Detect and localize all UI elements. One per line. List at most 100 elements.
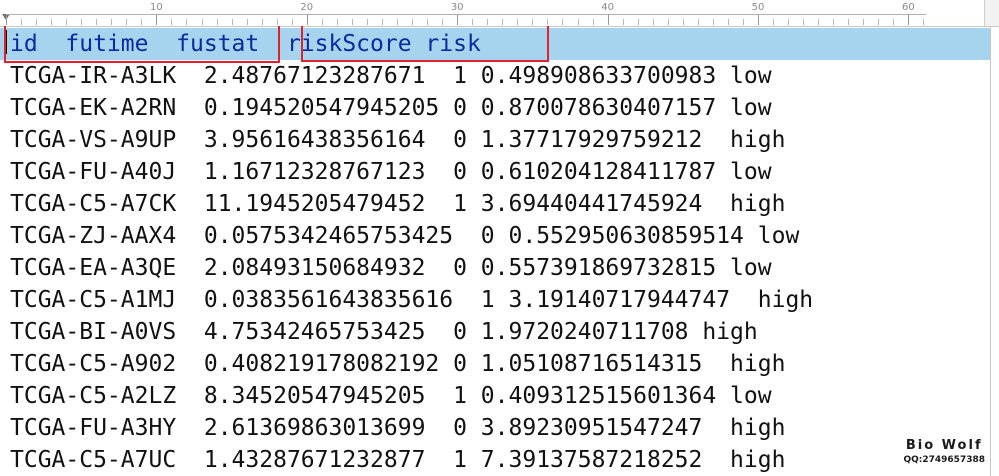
row-text: TCGA-EA-A3QE 2.08493150684932 0 0.557391… bbox=[10, 255, 772, 281]
ruler-tick bbox=[397, 19, 399, 25]
ruler-tick bbox=[863, 19, 865, 25]
ruler-tick bbox=[592, 19, 594, 25]
row-text: TCGA-ZJ-AAX4 0.0575342465753425 0 0.5529… bbox=[10, 223, 800, 249]
ruler-tick bbox=[803, 19, 805, 25]
ruler-tick bbox=[878, 19, 880, 25]
ruler-tick bbox=[216, 19, 218, 25]
row-text: TCGA-FU-A3HY 2.61369863013699 0 3.892309… bbox=[10, 415, 786, 441]
watermark: Bio Wolf QQ:2749657388 bbox=[903, 438, 985, 466]
ruler-tick bbox=[577, 19, 579, 25]
row-text: TCGA-EK-A2RN 0.194520547945205 0 0.87007… bbox=[10, 95, 772, 121]
ruler-tick bbox=[291, 19, 293, 25]
column-ruler: 10 20 30 40 50 60 bbox=[0, 0, 999, 27]
ruler-tick bbox=[773, 19, 775, 25]
ruler-tick bbox=[487, 19, 489, 25]
ruler-tick bbox=[51, 19, 53, 25]
data-row[interactable]: TCGA-VS-A9UP 3.95616438356164 0 1.377179… bbox=[0, 124, 990, 156]
ruler-tick bbox=[427, 19, 429, 25]
ruler-tick bbox=[412, 19, 414, 25]
ruler-tick bbox=[532, 19, 534, 25]
ruler-tick bbox=[36, 19, 38, 25]
ruler-tick bbox=[442, 19, 444, 25]
ruler-tick bbox=[66, 19, 68, 25]
ruler-tick bbox=[607, 14, 609, 25]
ruler-tick bbox=[472, 19, 474, 25]
ruler-tick bbox=[893, 19, 895, 25]
ruler-tick bbox=[727, 19, 729, 25]
ruler-tick bbox=[321, 19, 323, 25]
ruler-label: 20 bbox=[300, 2, 314, 13]
ruler-tick bbox=[742, 19, 744, 25]
data-row[interactable]: TCGA-FU-A40J 1.16712328767123 0 0.610204… bbox=[0, 156, 990, 188]
ruler-tick bbox=[246, 19, 248, 25]
data-row[interactable]: TCGA-ZJ-AAX4 0.0575342465753425 0 0.5529… bbox=[0, 220, 990, 252]
text-editor-window: 10 20 30 40 50 60 id futime fustat riskScore … bbox=[0, 0, 999, 476]
ruler-corner bbox=[984, 0, 999, 26]
ruler-tick bbox=[682, 19, 684, 25]
ruler-tick bbox=[712, 19, 714, 25]
data-row[interactable]: TCGA-C5-A1MJ 0.0383561643835616 1 3.1914… bbox=[0, 284, 990, 316]
ruler-tick bbox=[276, 19, 278, 25]
ruler-label: 10 bbox=[150, 2, 163, 13]
data-row[interactable]: TCGA-EA-A3QE 2.08493150684932 0 0.557391… bbox=[0, 252, 990, 284]
data-row[interactable]: TCGA-BI-A0VS 4.75342465753425 0 1.972024… bbox=[0, 316, 990, 348]
ruler-tick bbox=[351, 19, 353, 25]
ruler-tick bbox=[141, 19, 143, 25]
data-row[interactable]: TCGA-C5-A7UC 1.43287671232877 1 7.391375… bbox=[0, 444, 990, 476]
data-row[interactable]: TCGA-FU-A3HY 2.61369863013699 0 3.892309… bbox=[0, 412, 990, 444]
row-text: TCGA-BI-A0VS 4.75342465753425 0 1.972024… bbox=[10, 319, 758, 345]
row-text: TCGA-VS-A9UP 3.95616438356164 0 1.377179… bbox=[10, 127, 786, 153]
ruler-tick bbox=[186, 19, 188, 25]
ruler-tick bbox=[637, 19, 639, 25]
ruler-tick bbox=[336, 19, 338, 25]
right-margin-line bbox=[990, 26, 991, 476]
ruler-tick bbox=[652, 19, 654, 25]
row-text: TCGA-C5-A7UC 1.43287671232877 1 7.391375… bbox=[10, 447, 786, 473]
text-content-area[interactable]: id futime fustat riskScore risk TCGA-IR-… bbox=[0, 26, 990, 476]
data-row[interactable]: TCGA-IR-A3LK 2.48767123287671 1 0.498908… bbox=[0, 60, 990, 92]
ruler-tick bbox=[171, 19, 173, 25]
ruler-tick bbox=[96, 19, 98, 25]
ruler-tick bbox=[818, 19, 820, 25]
row-text: TCGA-IR-A3LK 2.48767123287671 1 0.498908… bbox=[10, 63, 772, 89]
row-text: TCGA-FU-A40J 1.16712328767123 0 0.610204… bbox=[10, 159, 772, 185]
ruler-tick bbox=[366, 19, 368, 25]
data-row[interactable]: TCGA-C5-A2LZ 8.34520547945205 1 0.409312… bbox=[0, 380, 990, 412]
data-row[interactable]: TCGA-EK-A2RN 0.194520547945205 0 0.87007… bbox=[0, 92, 990, 124]
ruler-tick bbox=[908, 14, 910, 25]
ruler-tick bbox=[126, 19, 128, 25]
ruler-tick bbox=[923, 19, 925, 25]
ruler-tick bbox=[788, 19, 790, 25]
row-text: TCGA-C5-A2LZ 8.34520547945205 1 0.409312… bbox=[10, 383, 772, 409]
ruler-tick bbox=[562, 19, 564, 25]
ruler-tick bbox=[758, 14, 759, 25]
ruler-tick bbox=[156, 14, 158, 25]
ruler-tick bbox=[21, 19, 23, 25]
ruler-tick bbox=[231, 19, 233, 25]
ruler-tick bbox=[306, 14, 308, 25]
ruler-tick bbox=[457, 14, 459, 25]
ruler-label: 60 bbox=[902, 2, 915, 13]
data-row[interactable]: TCGA-C5-A902 0.408219178082192 0 1.05108… bbox=[0, 348, 990, 380]
watermark-subtitle: QQ:2749657388 bbox=[903, 455, 985, 465]
ruler-tick bbox=[111, 19, 113, 25]
ruler-tick bbox=[848, 19, 850, 25]
ruler-label: 30 bbox=[450, 2, 464, 13]
ruler-tick bbox=[667, 19, 669, 25]
data-row[interactable]: TCGA-C5-A7CK 11.1945205479452 1 3.694404… bbox=[0, 188, 990, 220]
ruler-label: 40 bbox=[601, 2, 614, 13]
ruler-tick bbox=[6, 14, 7, 25]
ruler-tick bbox=[622, 19, 624, 25]
ruler-tick bbox=[697, 19, 699, 25]
row-text: TCGA-C5-A7CK 11.1945205479452 1 3.694404… bbox=[10, 191, 786, 217]
row-text: TCGA-C5-A1MJ 0.0383561643835616 1 3.1914… bbox=[10, 287, 814, 313]
ruler-tick bbox=[517, 19, 519, 25]
ruler-tick bbox=[201, 19, 203, 25]
ruler-tick bbox=[547, 19, 549, 25]
row-text: TCGA-C5-A902 0.408219178082192 0 1.05108… bbox=[10, 351, 786, 377]
ruler-tick bbox=[382, 19, 383, 25]
ruler-tick bbox=[81, 19, 83, 25]
highlight-box-id-futime-fustat bbox=[4, 26, 280, 63]
ruler-tick bbox=[502, 19, 504, 25]
ruler-tick bbox=[261, 19, 263, 25]
